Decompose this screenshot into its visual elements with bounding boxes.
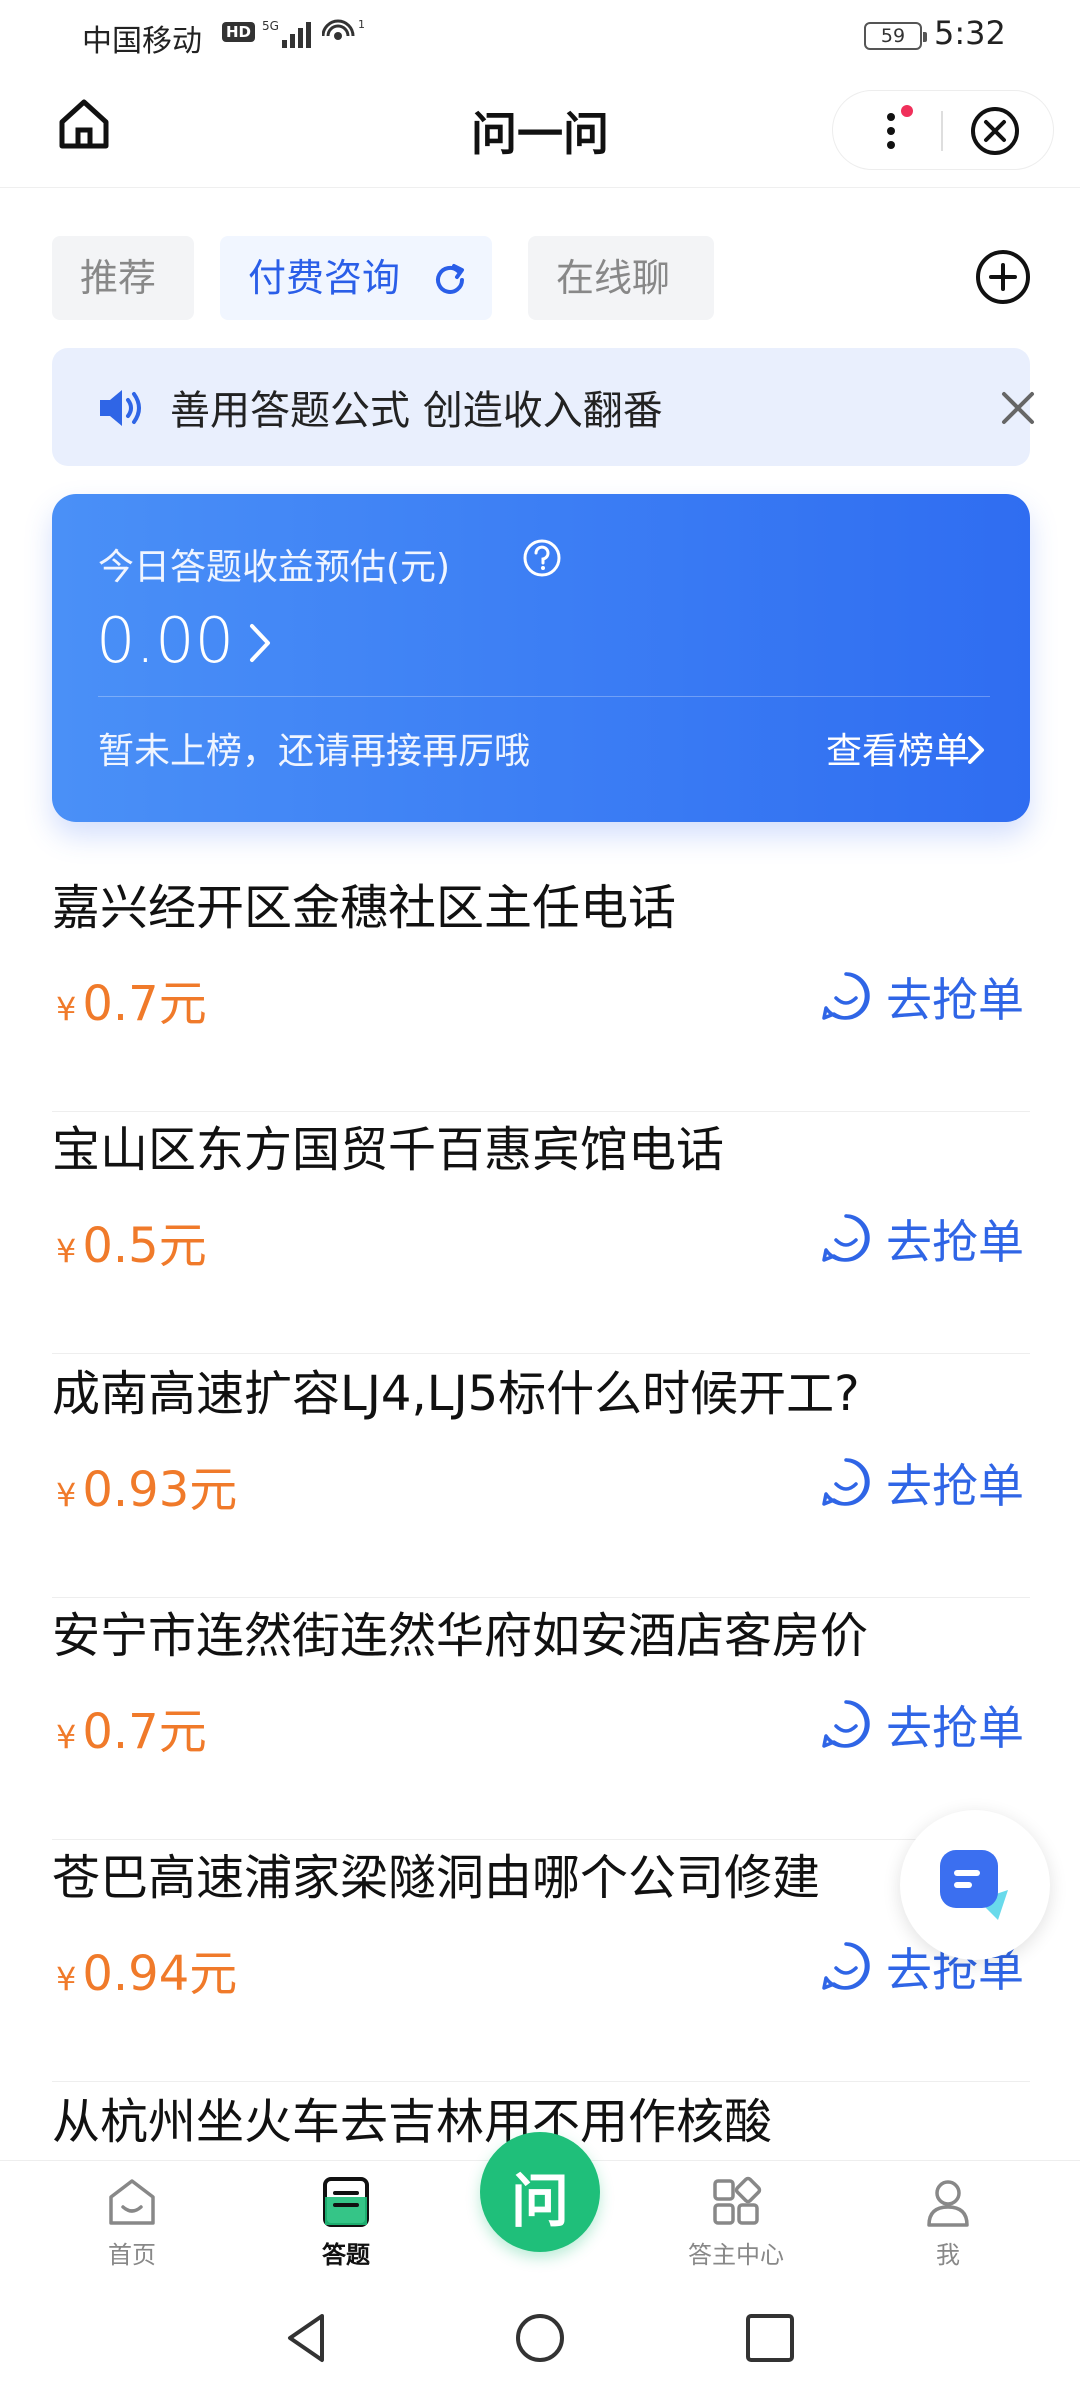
card-divider (98, 696, 990, 697)
question-item[interactable]: 安宁市连然街连然华府如安酒店客房价 ¥0.7元 去抢单 (52, 1596, 1030, 1840)
price-value: 0.7元 (82, 976, 207, 1032)
nav-answer[interactable]: 答题 (286, 2175, 406, 2271)
question-title: 嘉兴经开区金穗社区主任电话 (52, 880, 677, 936)
currency-symbol: ¥ (56, 990, 77, 1028)
currency-symbol: ¥ (56, 1718, 77, 1756)
earnings-label: 今日答题收益预估(元) (98, 547, 451, 588)
question-title: 安宁市连然街连然华府如安酒店客房价 (52, 1608, 869, 1664)
chat-bubble-icon (940, 1850, 1008, 1920)
system-nav-bar (0, 2276, 1080, 2400)
smile-icon (822, 1214, 870, 1262)
chevron-right-icon[interactable] (242, 620, 278, 666)
currency-symbol: ¥ (56, 1960, 77, 1998)
question-price: ¥0.7元 (56, 964, 207, 1034)
notice-banner[interactable]: 善用答题公式 创造收入翻番 (52, 348, 1034, 466)
tab-paid-consult[interactable]: 付费咨询 (220, 236, 492, 320)
question-title: 苍巴高速浦家梁隧洞由哪个公司修建 (52, 1850, 821, 1906)
question-price: ¥0.93元 (56, 1450, 237, 1520)
tab-recommend-label: 推荐 (80, 256, 157, 300)
help-icon[interactable] (522, 538, 562, 578)
earnings-amount[interactable]: 0.00 (96, 604, 234, 677)
question-price: ¥0.7元 (56, 1692, 207, 1762)
network-type-label: 5G (262, 19, 279, 33)
question-price: ¥0.94元 (56, 1934, 237, 2004)
question-title: 从杭州坐火车去吉林用不用作核酸 (52, 2094, 773, 2150)
clock: 5:32 (934, 14, 1006, 52)
notification-dot-icon (901, 105, 913, 117)
grab-order-label: 去抢单 (886, 1459, 1024, 1513)
view-rank-link[interactable]: 查看榜单 (826, 722, 970, 774)
add-icon[interactable] (974, 248, 1032, 306)
smile-icon (822, 1942, 870, 1990)
more-icon[interactable] (877, 105, 917, 157)
nav-ask-button[interactable]: 问 (480, 2132, 600, 2252)
question-item[interactable]: 成南高速扩容LJ4,LJ5标什么时候开工? ¥0.93元 去抢单 (52, 1354, 1030, 1598)
smile-icon (822, 972, 870, 1020)
smile-icon (822, 1458, 870, 1506)
ask-glyph: 问 (510, 2167, 569, 2235)
nav-home[interactable]: 首页 (72, 2175, 192, 2271)
status-bar: 中国移动 HD 5G 1 59 5:32 (0, 0, 1080, 72)
price-value: 0.7元 (82, 1704, 207, 1760)
question-item[interactable]: 嘉兴经开区金穗社区主任电话 ¥0.7元 去抢单 (52, 868, 1030, 1112)
tab-recommend[interactable]: 推荐 (52, 236, 194, 320)
smile-icon (822, 1700, 870, 1748)
nav-host-center-label: 答主中心 (688, 2241, 784, 2269)
carrier-label: 中国移动 (82, 24, 202, 59)
grab-order-button[interactable]: 去抢单 (820, 1450, 1030, 1513)
tab-online-chat-label: 在线聊 (556, 256, 671, 300)
battery-icon: 59 (864, 22, 927, 50)
currency-symbol: ¥ (56, 1476, 77, 1514)
grab-order-label: 去抢单 (886, 1701, 1024, 1755)
svg-text:1: 1 (358, 18, 365, 31)
speaker-icon (100, 390, 141, 426)
refresh-icon[interactable] (430, 260, 470, 300)
grab-order-button[interactable]: 去抢单 (820, 964, 1030, 1027)
close-icon[interactable] (969, 105, 1021, 157)
price-value: 0.93元 (82, 1462, 238, 1518)
currency-symbol: ¥ (56, 1232, 77, 1270)
grab-order-label: 去抢单 (886, 1215, 1024, 1269)
grab-order-button[interactable]: 去抢单 (820, 1206, 1030, 1269)
title-bar: 问一问 (0, 72, 1080, 188)
notice-text: 善用答题公式 创造收入翻番 (170, 388, 663, 434)
nav-host-center[interactable]: 答主中心 (676, 2175, 796, 2271)
answer-doc-icon (323, 2177, 369, 2227)
grid-icon (713, 2176, 762, 2225)
tab-online-chat[interactable]: 在线聊 (528, 236, 714, 320)
floating-chat-button[interactable] (900, 1810, 1050, 1960)
recents-icon[interactable] (740, 2308, 800, 2368)
question-title: 成南高速扩容LJ4,LJ5标什么时候开工? (52, 1366, 860, 1422)
tab-paid-consult-label: 付费咨询 (248, 256, 401, 300)
price-value: 0.5元 (82, 1218, 207, 1274)
grab-order-label: 去抢单 (886, 973, 1024, 1027)
person-icon (927, 2180, 969, 2227)
view-rank-chevron-icon[interactable] (966, 734, 986, 766)
grab-order-button[interactable]: 去抢单 (820, 1692, 1030, 1755)
question-price: ¥0.5元 (56, 1206, 207, 1276)
nav-home-label: 首页 (108, 2241, 156, 2269)
earnings-card: 今日答题收益预估(元) 0.00 暂未上榜，还请再接再厉哦 查看榜单 (52, 494, 1030, 822)
hd-badge: HD (222, 22, 256, 42)
back-icon[interactable] (278, 2308, 338, 2368)
capsule-divider (941, 111, 943, 151)
house-icon (109, 2179, 155, 2225)
question-item[interactable]: 宝山区东方国贸千百惠宾馆电话 ¥0.5元 去抢单 (52, 1110, 1030, 1354)
notice-close-icon[interactable] (998, 388, 1038, 428)
screen: 中国移动 HD 5G 1 59 5:32 问一问 推荐 付费咨询 在线聊 善用答… (0, 0, 1080, 2400)
price-value: 0.94元 (82, 1946, 238, 2002)
mini-program-capsule (832, 90, 1054, 170)
nav-me[interactable]: 我 (888, 2175, 1008, 2271)
nav-answer-label: 答题 (322, 2241, 370, 2269)
hotspot-icon: 1 (322, 18, 365, 40)
signal-icon: 5G (262, 19, 311, 48)
question-title: 宝山区东方国贸千百惠宾馆电话 (52, 1122, 725, 1178)
rank-status: 暂未上榜，还请再接再厉哦 (98, 731, 531, 772)
nav-me-label: 我 (936, 2241, 960, 2269)
question-item[interactable]: 苍巴高速浦家梁隧洞由哪个公司修建 ¥0.94元 去抢单 (52, 1838, 1030, 2082)
home-circle-icon[interactable] (510, 2308, 570, 2368)
